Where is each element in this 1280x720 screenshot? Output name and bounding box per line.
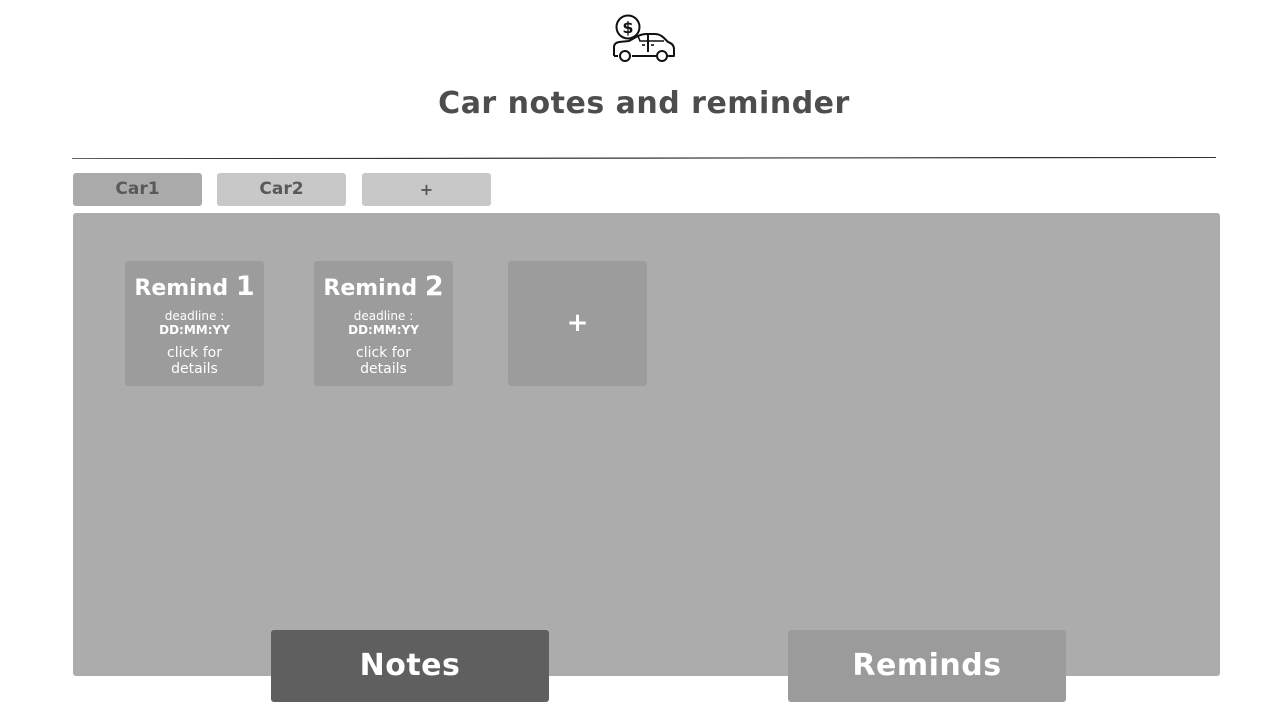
deadline-label: deadline : bbox=[353, 309, 414, 323]
car-dollar-icon: $ bbox=[613, 14, 675, 62]
reminder-title-word: Remind bbox=[134, 276, 229, 301]
reminder-title: Remind 1 bbox=[125, 273, 264, 303]
details-link[interactable]: click for details bbox=[125, 345, 264, 377]
add-reminder-button[interactable]: + bbox=[508, 261, 647, 386]
page-title: Car notes and reminder bbox=[438, 86, 850, 121]
notes-button[interactable]: Notes bbox=[271, 630, 549, 702]
plus-icon: + bbox=[566, 308, 589, 338]
tab-car1[interactable]: Car1 bbox=[73, 173, 202, 206]
deadline-value: DD:MM:YY bbox=[159, 323, 230, 337]
details-link[interactable]: click for details bbox=[314, 345, 453, 377]
reminder-title-word: Remind bbox=[323, 276, 418, 301]
reminder-title-number: 1 bbox=[235, 271, 255, 302]
header-divider bbox=[72, 157, 1216, 159]
svg-text:$: $ bbox=[622, 18, 633, 37]
reminder-card[interactable]: Remind 1 deadline : DD:MM:YY click for d… bbox=[125, 261, 264, 386]
reminders-panel: Remind 1 deadline : DD:MM:YY click for d… bbox=[73, 213, 1220, 676]
tab-car2[interactable]: Car2 bbox=[217, 173, 346, 206]
reminder-title: Remind 2 bbox=[314, 273, 453, 303]
deadline-value: DD:MM:YY bbox=[348, 323, 419, 337]
deadline-label: deadline : bbox=[164, 309, 225, 323]
reminder-title-number: 2 bbox=[424, 271, 444, 302]
add-car-tab[interactable]: + bbox=[362, 173, 491, 206]
reminder-card[interactable]: Remind 2 deadline : DD:MM:YY click for d… bbox=[314, 261, 453, 386]
reminds-button[interactable]: Reminds bbox=[788, 630, 1066, 702]
